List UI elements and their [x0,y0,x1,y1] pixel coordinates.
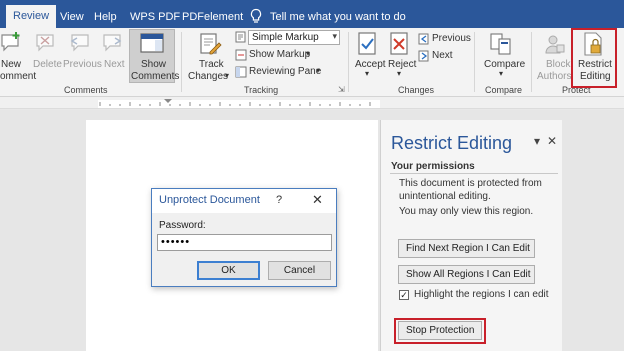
permissions-desc-1: This document is protected from [399,178,542,189]
group-label-compare: Compare [485,85,523,95]
compare-icon[interactable] [489,32,513,56]
horizontal-ruler [0,97,624,109]
ruler-ticks [98,99,380,108]
tab-wps-pdf[interactable]: WPS PDF [130,7,180,28]
new-comment-label-2[interactable]: omment [0,71,36,82]
tab-pdfelement[interactable]: PDFelement [182,7,243,28]
compare-dropdown-icon[interactable]: ▾ [499,69,503,78]
show-markup-button[interactable]: Show Markup [249,49,310,60]
next-change-icon [418,50,429,62]
next-comment-button[interactable]: Next [104,59,125,70]
tab-view[interactable]: View [60,7,84,28]
show-comments-label-1: Show [141,59,167,70]
markup-select-value: Simple Markup [252,32,319,43]
show-markup-icon [235,49,247,61]
ok-button[interactable]: OK [197,261,260,280]
previous-comment-button[interactable]: Previous [63,59,102,70]
show-comments-icon [140,33,164,53]
show-all-regions-button[interactable]: Show All Regions I Can Edit [398,265,535,284]
dialog-title: Unprotect Document [159,194,260,206]
reviewing-pane-button[interactable]: Reviewing Pane [249,66,321,77]
tab-review[interactable]: Review [6,5,57,28]
accept-button[interactable]: Accept [355,59,386,70]
pane-title: Restrict Editing [391,133,513,153]
track-changes-label-2[interactable]: Changes [188,71,228,82]
group-label-changes: Changes [398,85,435,95]
markup-select[interactable]: Simple Markup ▾ [248,30,340,45]
word-window: Review View Help WPS PDF PDFelement Tell… [0,0,624,351]
password-field[interactable]: •••••• [157,234,332,251]
ribbon-separator [181,32,182,92]
previous-change-button[interactable]: Previous [432,33,471,44]
track-changes-dropdown-icon[interactable]: ▾ [225,71,229,80]
ribbon-tab-bar: Review View Help WPS PDF PDFelement Tell… [0,0,624,28]
block-authors-label-2[interactable]: Authors [537,71,571,82]
reviewing-pane-icon [235,66,247,78]
cancel-button[interactable]: Cancel [268,261,331,280]
stop-protection-highlight [394,318,486,344]
previous-change-icon [418,33,429,45]
ribbon: New omment Delete Previous Next Show Com… [0,28,624,97]
highlight-regions-checkbox[interactable]: ✓ [399,290,409,300]
reject-dropdown-icon[interactable]: ▾ [397,69,401,78]
highlight-regions-label: Highlight the regions I can edit [414,289,549,300]
dialog-title-bar[interactable]: Unprotect Document ? ✕ [152,189,336,213]
reviewing-pane-chevron-icon[interactable]: ▾ [316,66,320,75]
track-changes-icon[interactable] [198,32,222,56]
group-label-comments: Comments [64,85,108,95]
unprotect-document-dialog: Unprotect Document ? ✕ Password: •••••• … [151,188,337,287]
new-comment-label-1[interactable]: New [1,59,21,70]
previous-comment-icon[interactable] [68,32,90,54]
next-change-button[interactable]: Next [432,50,453,61]
find-next-region-button[interactable]: Find Next Region I Can Edit [398,239,535,258]
track-changes-label-1[interactable]: Track [199,59,224,70]
compare-button[interactable]: Compare [484,59,525,70]
tell-me-search[interactable]: Tell me what you want to do [270,7,406,28]
tab-help[interactable]: Help [94,7,117,28]
close-icon[interactable]: ✕ [312,192,323,208]
delete-comment-button[interactable]: Delete [33,59,62,70]
accept-icon[interactable] [357,32,379,56]
permissions-heading: Your permissions [391,161,475,172]
ribbon-separator [531,32,532,92]
help-icon[interactable]: ? [276,194,282,206]
group-label-tracking: Tracking [244,85,279,95]
markup-display-icon [235,31,246,43]
accept-dropdown-icon[interactable]: ▾ [365,69,369,78]
permissions-desc-3: You may only view this region. [399,206,534,217]
pane-options-icon[interactable]: ▾ [534,134,540,148]
permissions-divider [390,173,558,174]
next-comment-icon[interactable] [102,32,124,54]
restrict-editing-pane [380,120,562,351]
show-markup-chevron-icon[interactable]: ▾ [306,49,310,58]
reject-button[interactable]: Reject [388,59,416,70]
pane-close-icon[interactable]: ✕ [547,134,557,148]
permissions-desc-2: unintentional editing. [399,191,491,202]
restrict-editing-highlight [571,28,617,88]
ribbon-separator [474,32,475,92]
tracking-dialog-launcher-icon[interactable]: ⇲ [338,85,345,94]
delete-comment-icon[interactable] [35,32,57,54]
reject-icon[interactable] [389,32,411,56]
block-authors-icon[interactable] [544,33,566,55]
password-label: Password: [159,220,206,231]
new-comment-icon[interactable] [0,32,22,54]
block-authors-label-1[interactable]: Block [546,59,570,70]
lightbulb-icon [250,8,262,23]
chevron-down-icon: ▾ [332,31,337,41]
show-comments-label-2: Comments [131,71,180,82]
ribbon-separator [348,32,349,92]
